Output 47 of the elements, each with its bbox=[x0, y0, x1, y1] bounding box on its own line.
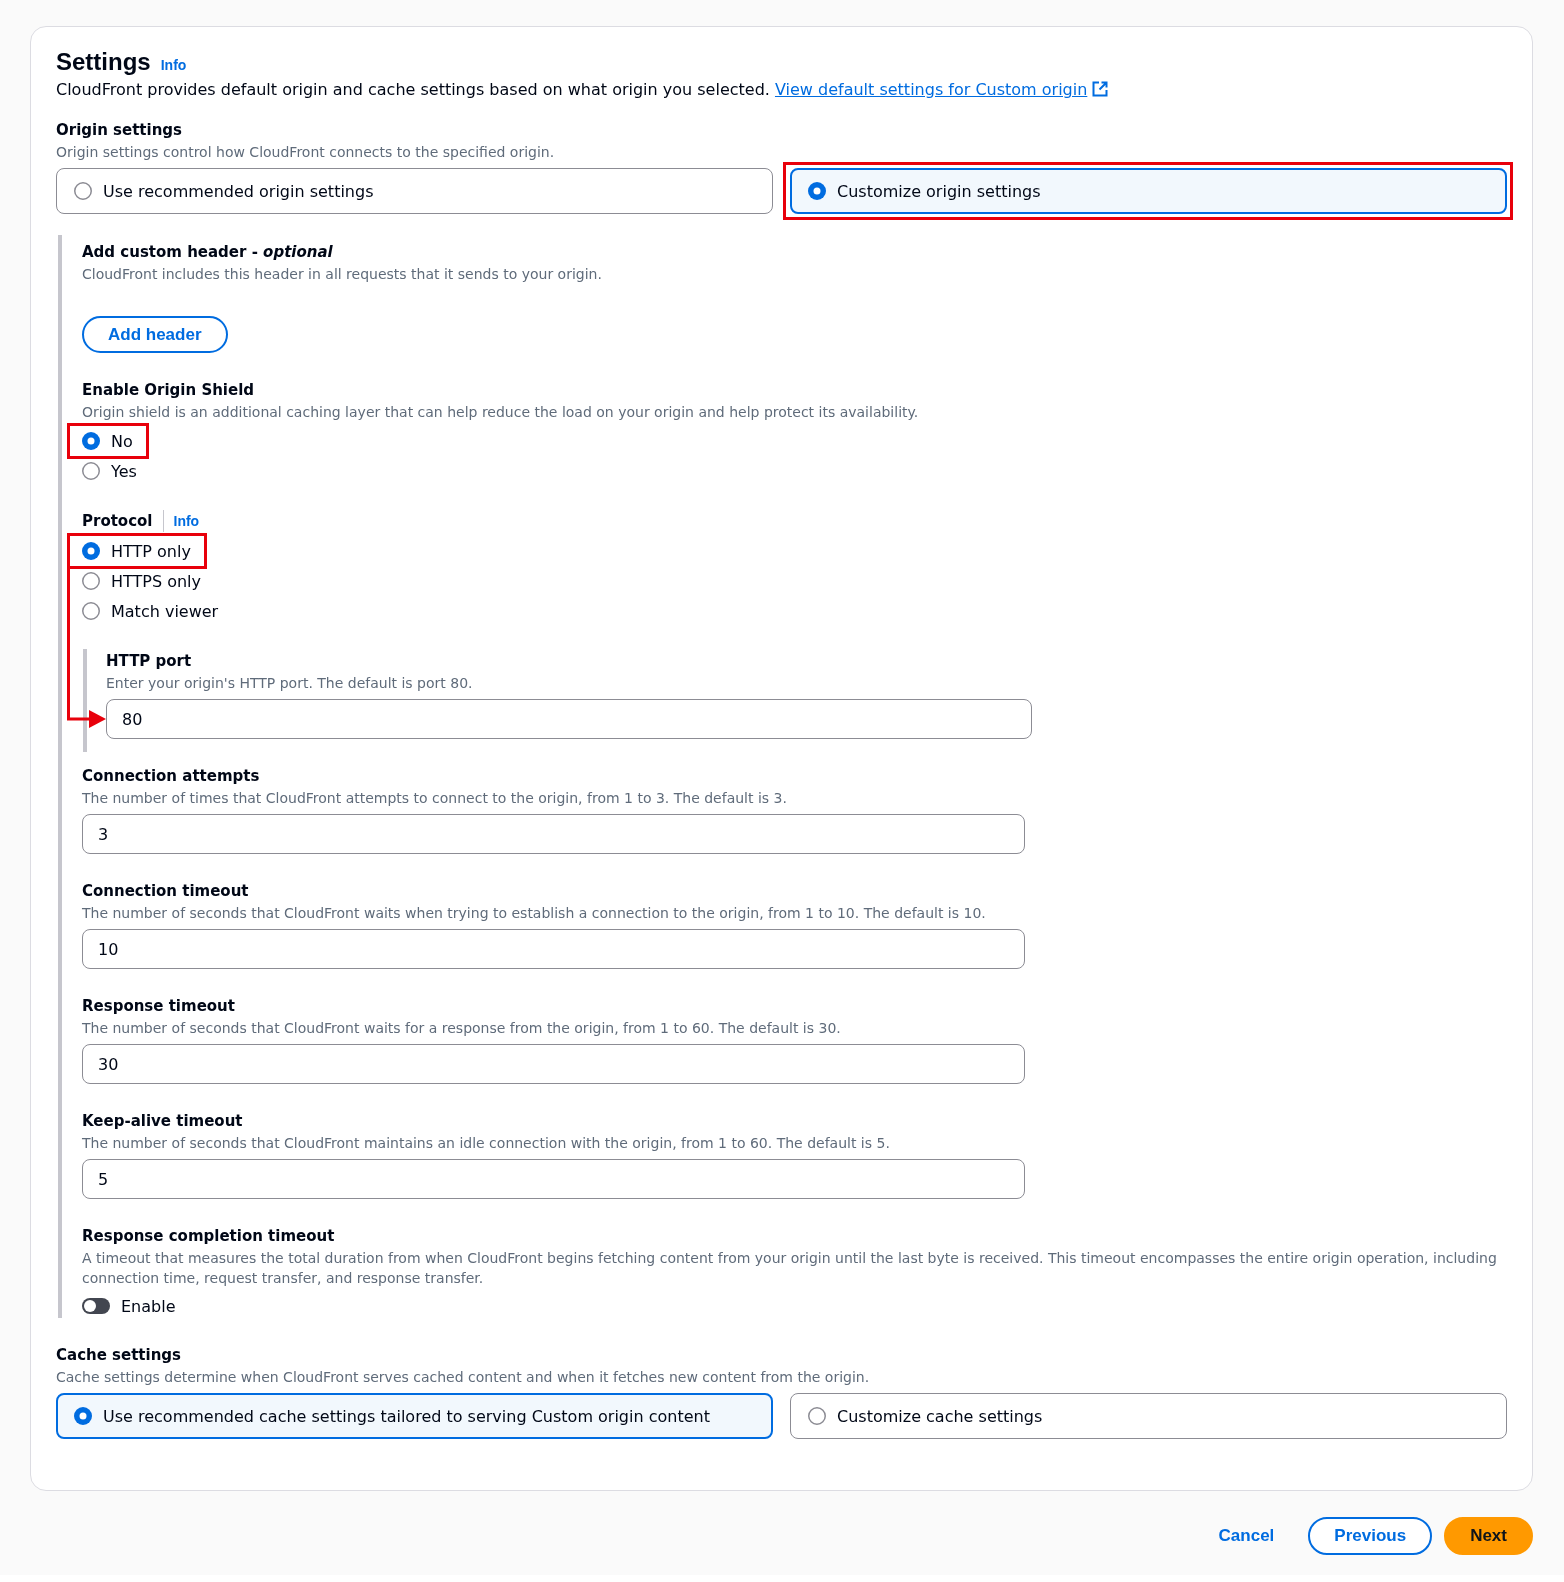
radio-tile[interactable]: Customize origin settings bbox=[790, 168, 1507, 214]
input-field[interactable]: 10 bbox=[82, 929, 1025, 969]
add-header-button[interactable]: Add header bbox=[82, 316, 228, 353]
group-label: Response completion timeout bbox=[82, 1226, 336, 1247]
cancel-button[interactable]: Cancel bbox=[1196, 1517, 1297, 1555]
group-label: Protocol bbox=[82, 511, 153, 532]
group-label: Cache settings bbox=[56, 1345, 183, 1366]
input-field[interactable]: 30 bbox=[82, 1044, 1025, 1084]
field-description: Enter your origin's HTTP port. The default is port 80. bbox=[106, 674, 474, 693]
group-description: Origin settings control how CloudFront connects to the specified origin. bbox=[56, 143, 556, 162]
radio-tile[interactable]: Use recommended origin settings bbox=[56, 168, 773, 214]
field-label: HTTP port bbox=[106, 651, 193, 672]
field-label: Keep-alive timeout bbox=[82, 1111, 244, 1132]
radio-option[interactable]: HTTP only bbox=[82, 536, 191, 566]
input-field[interactable]: 3 bbox=[82, 814, 1025, 854]
radio-option[interactable]: Match viewer bbox=[82, 596, 219, 626]
input-field[interactable]: 5 bbox=[82, 1159, 1025, 1199]
field-description: The number of seconds that CloudFront waits for a response from the origin, from 1 to 60. The default is 30. bbox=[82, 1019, 842, 1038]
group-description: CloudFront includes this header in all requests that it sends to your origin. bbox=[82, 265, 603, 284]
field-description: The number of seconds that CloudFront waits when trying to establish a connection to the origin, from 1 to 10. The default is 10. bbox=[82, 904, 987, 923]
toggle-switch[interactable] bbox=[82, 1298, 110, 1314]
info-link[interactable]: Info bbox=[173, 513, 200, 529]
radio-option[interactable]: No bbox=[82, 426, 133, 456]
next-button[interactable]: Next bbox=[1444, 1517, 1533, 1555]
group-label: Add custom header - optional bbox=[82, 242, 334, 263]
group-description: Origin shield is an additional caching layer that can help reduce the load on your origin and help protect its availability. bbox=[82, 403, 920, 422]
input-field[interactable]: 80 bbox=[106, 699, 1032, 739]
radio-option[interactable]: Yes bbox=[82, 456, 137, 486]
field-label: Connection timeout bbox=[82, 881, 250, 902]
group-label: Enable Origin Shield bbox=[82, 380, 256, 401]
group-description: A timeout that measures the total duration from when CloudFront begins fetching content from your origin until the last byte is received. This timeout encompasses the entire origin operation, including connection time, request transfer, and response transfer. bbox=[82, 1249, 1498, 1288]
group-label: Origin settings bbox=[56, 120, 183, 141]
radio-tile[interactable]: Customize cache settings bbox=[790, 1393, 1507, 1439]
field-label: Connection attempts bbox=[82, 766, 261, 787]
field-label: Response timeout bbox=[82, 996, 236, 1017]
toggle-option[interactable]: Enable bbox=[82, 1294, 176, 1318]
section-title: Settings bbox=[56, 47, 151, 77]
section-description: CloudFront provides default origin and cache settings based on what origin you selected. View default settings for Custom origin bbox=[56, 78, 1507, 102]
field-description: The number of seconds that CloudFront maintains an idle connection with the origin, from 1 to 60. The default is 5. bbox=[82, 1134, 891, 1153]
field-description: The number of times that CloudFront attempts to connect to the origin, from 1 to 3. The default is 3. bbox=[82, 789, 788, 808]
info-link[interactable]: Info bbox=[160, 57, 187, 73]
radio-option[interactable]: HTTPS only bbox=[82, 566, 202, 596]
previous-button[interactable]: Previous bbox=[1308, 1517, 1433, 1555]
radio-tile[interactable]: Use recommended cache settings tailored to serving Custom origin content bbox=[56, 1393, 773, 1439]
group-description: Cache settings determine when CloudFront serves cached content and when it fetches new content from the origin. bbox=[56, 1368, 871, 1387]
doc-link[interactable]: View default settings for Custom origin bbox=[774, 80, 1109, 99]
external-link-icon bbox=[1092, 81, 1109, 97]
